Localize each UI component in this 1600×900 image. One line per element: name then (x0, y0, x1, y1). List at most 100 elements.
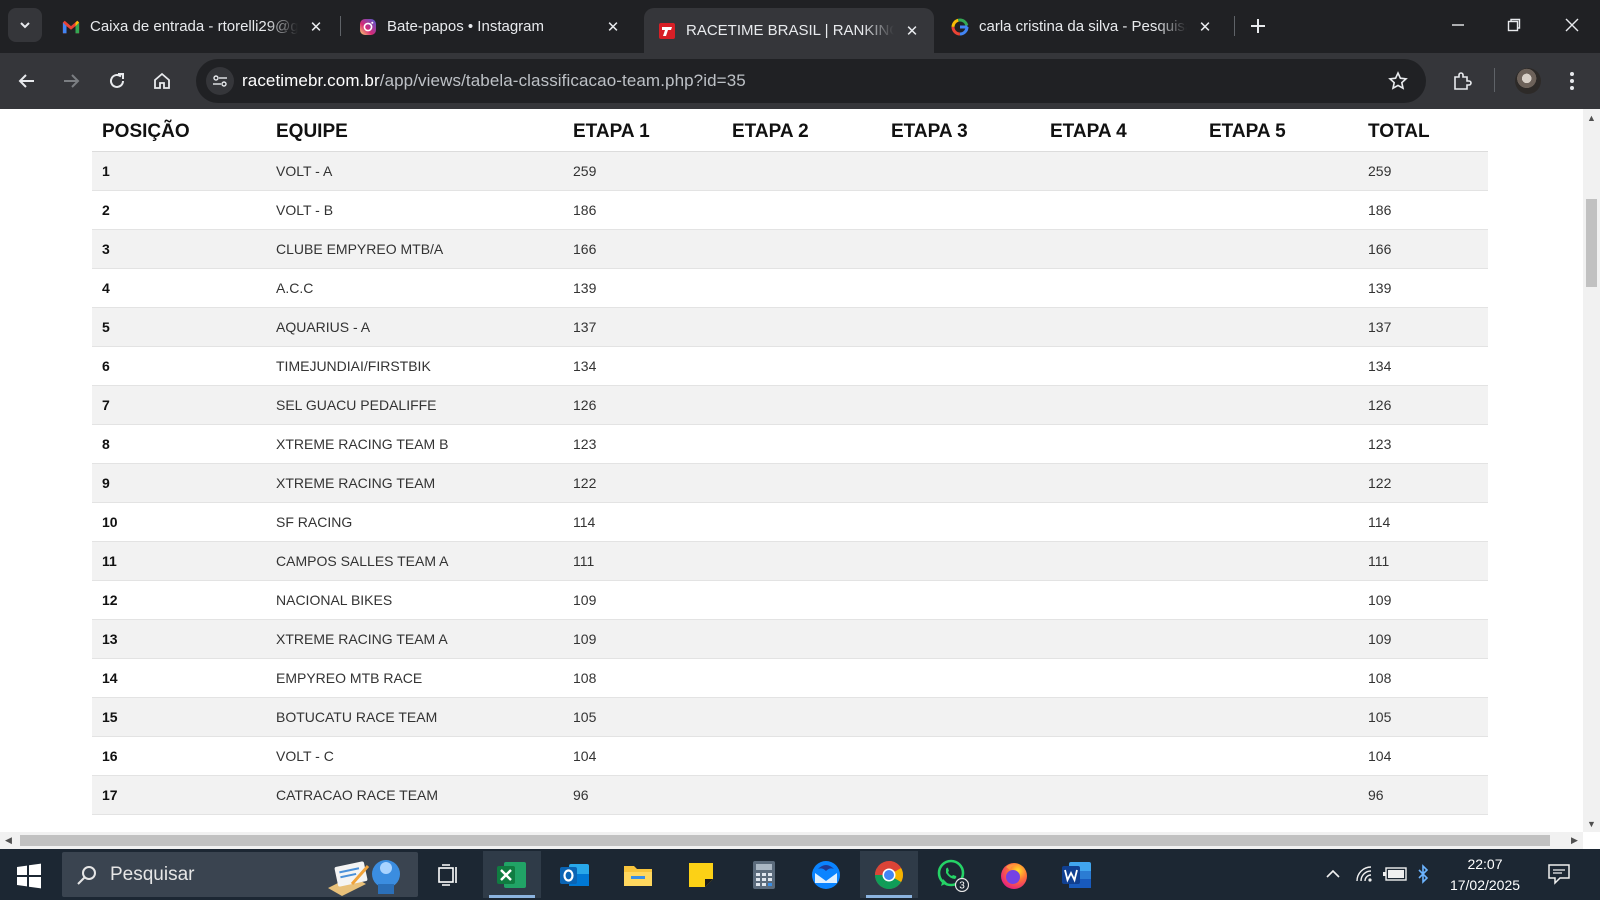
cell-etapa-3 (881, 736, 1040, 776)
cell-total: 186 (1358, 190, 1488, 230)
cell-etapa-5 (1199, 229, 1358, 269)
table-row: 17 CATRACAO RACE TEAM 96 96 (92, 775, 1488, 815)
taskbar-search[interactable]: Pesquisar (62, 852, 418, 897)
table-row: 1 VOLT - A 259 259 (92, 151, 1488, 191)
taskbar-calculator[interactable] (735, 851, 793, 898)
extensions-button[interactable] (1444, 63, 1480, 99)
cell-etapa-4 (1040, 424, 1199, 464)
taskbar-word[interactable] (1048, 851, 1106, 898)
vertical-scrollbar[interactable]: ▲ ▼ (1583, 109, 1600, 832)
taskbar-excel[interactable] (483, 851, 541, 898)
scroll-right-icon[interactable]: ▶ (1566, 832, 1583, 849)
cell-posicao: 3 (92, 229, 266, 269)
taskbar-thunderbird[interactable] (797, 851, 855, 898)
taskbar-file-explorer[interactable] (609, 851, 667, 898)
header-equipe: EQUIPE (266, 109, 563, 152)
scroll-left-icon[interactable]: ◀ (0, 832, 17, 849)
scrollbar-thumb[interactable] (1586, 199, 1597, 287)
start-button[interactable] (14, 861, 44, 891)
close-window-button[interactable] (1544, 0, 1600, 50)
cell-etapa-3 (881, 268, 1040, 308)
racetime-icon (658, 22, 676, 40)
new-tab-button[interactable] (1244, 12, 1272, 40)
tab-title: carla cristina da silva - Pesquisa Googl… (979, 18, 1187, 35)
cell-posicao: 1 (92, 151, 266, 191)
tab-title: Caixa de entrada - rtorelli29@gmail.com (90, 18, 298, 35)
cell-etapa-1: 96 (563, 775, 722, 815)
profile-button[interactable] (1510, 63, 1546, 99)
cell-etapa-1: 109 (563, 619, 722, 659)
tab-search-button[interactable] (8, 8, 42, 42)
tab-close-icon[interactable]: ✕ (306, 17, 326, 37)
tab-separator (1234, 16, 1235, 36)
cell-equipe: SF RACING (266, 502, 563, 542)
scroll-up-icon[interactable]: ▲ (1583, 109, 1600, 126)
bluetooth-status[interactable] (1412, 861, 1434, 887)
table-row: 9 XTREME RACING TEAM 122 122 (92, 463, 1488, 503)
notification-icon (1548, 864, 1570, 885)
horizontal-scrollbar[interactable]: ◀ ▶ (0, 832, 1583, 849)
plus-icon (1251, 19, 1265, 33)
cell-posicao: 10 (92, 502, 266, 542)
cell-total: 259 (1358, 151, 1488, 191)
cell-etapa-2 (722, 190, 881, 230)
cell-equipe: CATRACAO RACE TEAM (266, 775, 563, 815)
cell-equipe: NACIONAL BIKES (266, 580, 563, 620)
bookmark-star-icon[interactable] (1386, 69, 1410, 93)
cell-total: 114 (1358, 502, 1488, 542)
minimize-icon (1452, 24, 1464, 26)
taskbar-chrome[interactable] (860, 851, 918, 898)
tab-racetime[interactable]: RACETIME BRASIL | RANKING DE EQUIPES ✕ (644, 8, 934, 53)
cell-etapa-2 (722, 424, 881, 464)
tab-close-icon[interactable]: ✕ (902, 21, 922, 41)
cell-etapa-2 (722, 151, 881, 191)
taskbar-sticky-notes[interactable] (672, 851, 730, 898)
battery-status[interactable] (1380, 861, 1410, 887)
cell-posicao: 15 (92, 697, 266, 737)
cell-etapa-4 (1040, 619, 1199, 659)
table-row: 4 A.C.C 139 139 (92, 268, 1488, 308)
minimize-button[interactable] (1430, 0, 1486, 50)
tab-close-icon[interactable]: ✕ (1195, 17, 1215, 37)
back-button[interactable] (9, 63, 45, 99)
taskbar-whatsapp[interactable]: 3 (923, 851, 981, 898)
cell-equipe: TIMEJUNDIAI/FIRSTBIK (266, 346, 563, 386)
cell-total: 134 (1358, 346, 1488, 386)
tab-close-icon[interactable]: ✕ (603, 17, 623, 37)
cell-equipe: AQUARIUS - A (266, 307, 563, 347)
site-settings-icon[interactable] (206, 67, 234, 95)
task-view-button[interactable] (419, 851, 477, 898)
taskbar-firefox[interactable] (985, 851, 1043, 898)
restore-icon (1507, 18, 1521, 32)
scrollbar-thumb[interactable] (20, 835, 1550, 846)
tab-gmail[interactable]: Caixa de entrada - rtorelli29@gmail.com … (48, 8, 338, 45)
url-path: /app/views/tabela-classificacao-team.php… (379, 71, 746, 90)
tab-instagram[interactable]: Bate-papos • Instagram ✕ (345, 8, 635, 45)
windows-taskbar: Pesquisar 3 22:07 17/02/2025 (0, 849, 1600, 900)
restore-button[interactable] (1486, 0, 1542, 50)
system-clock[interactable]: 22:07 17/02/2025 (1440, 854, 1530, 896)
table-header-row: POSIÇÃO EQUIPE ETAPA 1 ETAPA 2 ETAPA 3 E… (92, 109, 1488, 152)
cell-equipe: CAMPOS SALLES TEAM A (266, 541, 563, 581)
address-bar[interactable]: racetimebr.com.br/app/views/tabela-class… (196, 59, 1426, 103)
cell-etapa-5 (1199, 541, 1358, 581)
network-status[interactable] (1352, 861, 1378, 887)
cell-etapa-1: 134 (563, 346, 722, 386)
cell-equipe: EMPYREO MTB RACE (266, 658, 563, 698)
cell-etapa-2 (722, 268, 881, 308)
scroll-down-icon[interactable]: ▼ (1583, 815, 1600, 832)
tab-google[interactable]: carla cristina da silva - Pesquisa Googl… (937, 8, 1227, 45)
taskbar-outlook[interactable] (546, 851, 604, 898)
cell-equipe: VOLT - A (266, 151, 563, 191)
cell-posicao: 8 (92, 424, 266, 464)
browser-toolbar: racetimebr.com.br/app/views/tabela-class… (0, 53, 1600, 109)
home-button[interactable] (144, 63, 180, 99)
url-text[interactable]: racetimebr.com.br/app/views/tabela-class… (242, 71, 746, 91)
reload-button[interactable] (99, 63, 135, 99)
notification-center-button[interactable] (1542, 861, 1576, 887)
show-hidden-icons[interactable] (1322, 861, 1344, 887)
cell-etapa-3 (881, 346, 1040, 386)
cell-etapa-2 (722, 502, 881, 542)
menu-button[interactable] (1554, 63, 1590, 99)
forward-button[interactable] (53, 63, 89, 99)
